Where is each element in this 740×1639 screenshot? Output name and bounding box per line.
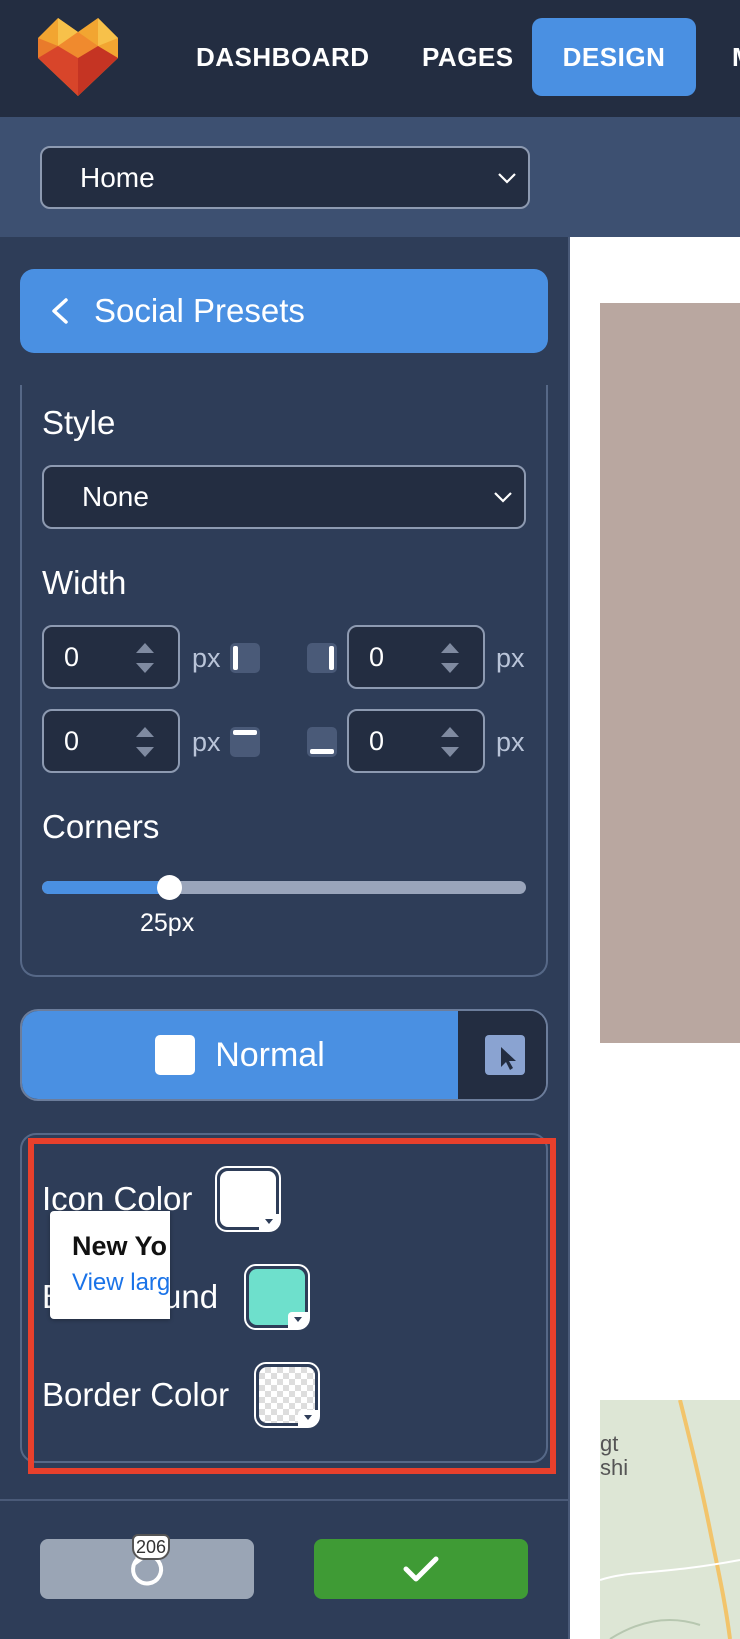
nav-design[interactable]: DESIGN — [532, 18, 696, 96]
chevron-left-icon — [52, 298, 68, 324]
state-toggle: Normal — [20, 1009, 548, 1101]
map-view-larger-link[interactable]: View larg — [72, 1269, 170, 1297]
width-bottom-unit: px — [496, 727, 525, 757]
cursor-icon — [485, 1035, 525, 1075]
width-left-value: 0 — [64, 641, 80, 672]
map-title: New Yo — [72, 1231, 168, 1261]
state-normal-button[interactable]: Normal — [22, 1011, 458, 1099]
back-button[interactable]: Social Presets — [20, 269, 548, 353]
width-right-input[interactable]: 0 — [347, 625, 485, 689]
width-top-unit: px — [192, 727, 221, 757]
page-select-value: Home — [80, 161, 155, 193]
chevron-down-icon — [494, 492, 512, 503]
state-normal-label: Normal — [215, 1035, 325, 1074]
preview-image[interactable] — [600, 303, 740, 1043]
map-info-card: New Yo View larg — [50, 1211, 170, 1319]
stepper-icon[interactable] — [134, 725, 156, 759]
border-top-icon — [230, 727, 260, 757]
width-left-unit: px — [192, 643, 221, 673]
style-select[interactable]: None — [42, 465, 526, 529]
back-button-label: Social Presets — [94, 292, 305, 329]
nav-pages[interactable]: PAGES — [422, 18, 514, 96]
border-bottom-icon — [307, 727, 337, 757]
nav-more[interactable]: M — [732, 18, 740, 96]
corners-slider-fill — [42, 881, 163, 894]
normal-state-icon — [155, 1035, 196, 1075]
width-label: Width — [42, 564, 127, 601]
logo-icon[interactable] — [38, 18, 118, 96]
width-top-input[interactable]: 0 — [42, 709, 180, 773]
border-right-icon — [307, 643, 337, 673]
top-nav-bar: DASHBOARD PAGES DESIGN M — [0, 0, 740, 117]
corners-slider-thumb[interactable] — [157, 875, 182, 900]
state-hover-button[interactable] — [460, 1011, 546, 1099]
corners-slider-track[interactable] — [42, 881, 526, 894]
style-label: Style — [42, 404, 116, 441]
route-shield: 206 — [132, 1534, 170, 1560]
apply-button[interactable] — [314, 1539, 528, 1599]
checkmark-icon — [403, 1556, 439, 1582]
map-embed[interactable]: gt shi — [600, 1400, 740, 1639]
chevron-down-icon — [498, 172, 516, 184]
width-bottom-value: 0 — [369, 725, 385, 756]
width-right-unit: px — [496, 643, 525, 673]
stepper-icon[interactable] — [439, 641, 461, 675]
width-bottom-input[interactable]: 0 — [347, 709, 485, 773]
map-place-text: gt shi — [600, 1431, 629, 1480]
width-right-value: 0 — [369, 641, 385, 672]
width-left-input[interactable]: 0 — [42, 625, 180, 689]
corners-label: Corners — [42, 808, 160, 845]
style-select-value: None — [82, 481, 149, 512]
page-select[interactable]: Home — [40, 146, 530, 209]
width-top-value: 0 — [64, 725, 80, 756]
stepper-icon[interactable] — [439, 725, 461, 759]
preview-canvas: gt shi — [570, 237, 740, 1639]
border-left-icon — [230, 643, 260, 673]
stepper-icon[interactable] — [134, 641, 156, 675]
corners-value: 25px — [140, 909, 195, 937]
nav-dashboard[interactable]: DASHBOARD — [196, 18, 370, 96]
